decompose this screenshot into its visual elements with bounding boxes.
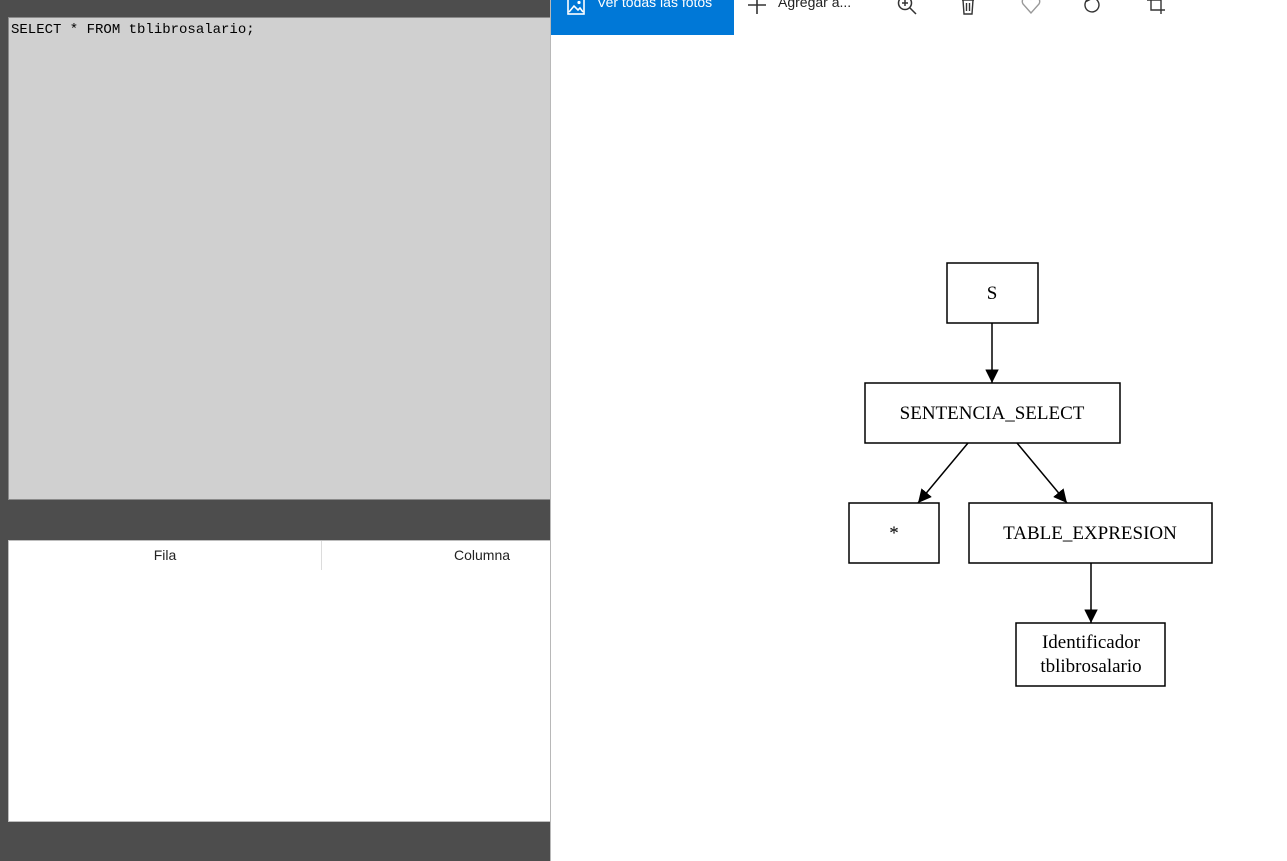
tree-node-sentencia-select: SENTENCIA_SELECT	[864, 382, 1121, 444]
tree-node-star: *	[848, 502, 940, 564]
errors-table: Fila Columna	[8, 540, 551, 822]
tree-node-table-expresion-label: TABLE_EXPRESION	[1003, 523, 1177, 544]
column-header-fila[interactable]: Fila	[9, 541, 322, 570]
edge-sentencia-table	[1016, 442, 1068, 504]
query-editor[interactable]: SELECT * FROM tblibrosalario;	[8, 17, 551, 500]
query-text: SELECT * FROM tblibrosalario;	[11, 22, 255, 38]
photo-viewer: Ver todas las fotos Agregar a... S SENTE…	[550, 0, 1287, 861]
tree-node-star-label: *	[889, 523, 899, 544]
tree-node-table-expresion: TABLE_EXPRESION	[968, 502, 1213, 564]
tree-node-identificador-line-1: Identificador	[1042, 632, 1141, 653]
tree-node-identificador-line-2: tblibrosalario	[1040, 656, 1141, 677]
tree-node-sentencia-select-label: SENTENCIA_SELECT	[900, 403, 1085, 424]
parse-tree-diagram: S SENTENCIA_SELECT * TABLE_EXPRESION Ide…	[848, 262, 1213, 687]
tree-node-identificador: Identificador tblibrosalario	[1015, 622, 1166, 687]
edge-sentencia-star	[917, 442, 969, 504]
tree-node-s: S	[946, 262, 1039, 324]
tree-node-s-label: S	[987, 283, 998, 304]
